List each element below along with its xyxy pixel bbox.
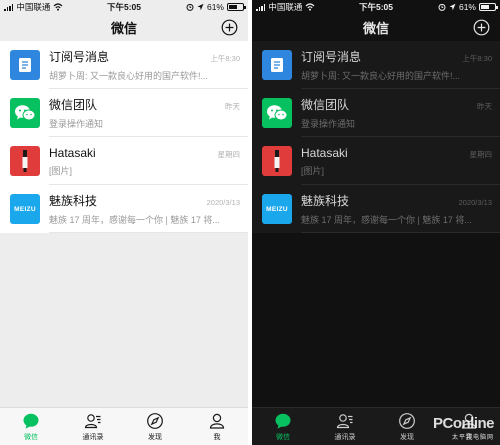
contacts-icon <box>84 412 102 430</box>
chat-row[interactable]: 订阅号消息 上午8:30 胡萝卜周: 又一款良心好用的国产软件!... <box>0 41 248 89</box>
signal-icon <box>256 4 266 11</box>
tab-chat[interactable]: 微信 <box>252 408 314 445</box>
chat-row[interactable]: 微信团队 昨天登录操作通知 <box>0 89 248 137</box>
carrier-label: 中国联通 <box>268 2 303 12</box>
chat-list: 订阅号消息 上午8:30 胡萝卜周: 又一款良心好用的国产软件!... 微信团队 昨天登… <box>252 41 500 233</box>
chat-timestamp: 上午8:30 <box>462 54 492 63</box>
chat-timestamp: 2020/3/13 <box>458 198 492 207</box>
meizu-logo-text: MEIZU <box>266 205 288 213</box>
subscription-icon <box>10 50 40 80</box>
subscription-icon <box>262 50 292 80</box>
chat-timestamp: 2020/3/13 <box>206 198 240 207</box>
contacts-icon <box>336 412 354 430</box>
meizu-logo: MEIZU <box>10 194 40 224</box>
status-bar: 中国联通 下午5:05 61% <box>0 0 248 14</box>
alarm-icon <box>438 3 446 11</box>
chat-row[interactable]: Hatasaki 星期四 [图片] <box>0 137 248 185</box>
status-time: 下午5:05 <box>358 2 393 12</box>
tab-compass[interactable]: 发现 <box>376 408 438 445</box>
wifi-icon <box>53 3 63 11</box>
tab-contacts[interactable]: 通讯录 <box>62 408 124 445</box>
row-divider <box>301 232 500 233</box>
chat-name: 订阅号消息 <box>301 50 362 64</box>
tab-label: 发现 <box>148 433 162 441</box>
chat-name: Hatasaki <box>49 145 96 160</box>
tab-contacts[interactable]: 通讯录 <box>314 408 376 445</box>
wechat-icon <box>10 98 40 128</box>
chat-preview: 魅族 17 周年，感谢每一个你 | 魅族 17 将... <box>49 215 220 225</box>
dark-mode-screen: 中国联通 下午5:05 61% 微信 订阅号消息 上午8:30 胡萝卜周: 又一款良… <box>252 0 500 445</box>
chat-preview: 魅族 17 周年，感谢每一个你 | 魅族 17 将... <box>301 215 472 225</box>
chat-name: 微信团队 <box>49 98 98 112</box>
compass-icon <box>146 412 164 430</box>
tab-label: 通讯录 <box>334 433 356 441</box>
wifi-icon <box>305 3 315 11</box>
tab-chat[interactable]: 微信 <box>0 408 62 445</box>
battery-percent: 61% <box>206 2 224 12</box>
battery-icon <box>478 3 498 11</box>
add-button[interactable] <box>221 19 238 36</box>
meizu-logo-text: MEIZU <box>14 205 36 213</box>
status-time: 下午5:05 <box>106 2 141 12</box>
watermark-logo: PConline <box>432 415 495 432</box>
chat-preview: 胡萝卜周: 又一款良心好用的国产软件!... <box>49 71 209 81</box>
tab-bar: 微信 通讯录 发现 我 <box>0 407 248 445</box>
chat-name: 订阅号消息 <box>49 50 110 64</box>
chat-name: 魅族科技 <box>301 194 350 208</box>
wechat-icon <box>262 98 292 128</box>
watermark-subtitle: 太平洋电脑网 <box>451 435 494 441</box>
chat-preview: 胡萝卜周: 又一款良心好用的国产软件!... <box>301 71 461 81</box>
chat-row[interactable]: MEIZU 魅族科技 2020/3/13 魅族 17 周年，感谢每一个你 | 魅族 1… <box>0 185 248 233</box>
page-title: 微信 <box>362 21 389 36</box>
chat-row[interactable]: MEIZU 魅族科技 2020/3/13 魅族 17 周年，感谢每一个你 | 魅族 1… <box>252 185 500 233</box>
chat-timestamp: 上午8:30 <box>210 54 240 63</box>
carrier-label: 中国联通 <box>16 2 51 12</box>
status-bar: 中国联通 下午5:05 61% <box>252 0 500 14</box>
hatasaki-avatar <box>10 146 40 176</box>
page-title: 微信 <box>110 21 137 36</box>
chat-name: 微信团队 <box>301 98 350 112</box>
tab-compass[interactable]: 发现 <box>124 408 186 445</box>
chat-timestamp: 星期四 <box>469 149 493 159</box>
tab-label: 微信 <box>276 433 290 441</box>
battery-icon <box>226 3 246 11</box>
chat-name: 魅族科技 <box>49 194 98 208</box>
location-icon <box>197 3 204 11</box>
chat-row[interactable]: 订阅号消息 上午8:30 胡萝卜周: 又一款良心好用的国产软件!... <box>252 41 500 89</box>
watermark: PConline 太平洋电脑网 <box>432 415 495 441</box>
chat-timestamp: 昨天 <box>477 102 492 111</box>
chat-preview: [图片] <box>49 165 73 176</box>
signal-icon <box>4 4 14 11</box>
nav-bar: 微信 <box>0 14 248 41</box>
compass-icon <box>398 412 416 430</box>
tab-profile[interactable]: 我 <box>186 408 248 445</box>
hatasaki-avatar <box>262 146 292 176</box>
chat-preview: 登录操作通知 <box>301 119 356 129</box>
location-icon <box>449 3 456 11</box>
tab-label: 通讯录 <box>82 433 104 441</box>
meizu-logo: MEIZU <box>262 194 292 224</box>
chat-preview: [图片] <box>301 165 325 176</box>
chat-row[interactable]: 微信团队 昨天登录操作通知 <box>252 89 500 137</box>
alarm-icon <box>186 3 194 11</box>
chat-list: 订阅号消息 上午8:30 胡萝卜周: 又一款良心好用的国产软件!... 微信团队 昨天登… <box>0 41 248 233</box>
profile-icon <box>208 412 226 430</box>
battery-percent: 61% <box>458 2 476 12</box>
chat-icon <box>22 412 40 430</box>
tab-label: 发现 <box>400 433 414 441</box>
add-button[interactable] <box>473 19 490 36</box>
chat-row[interactable]: Hatasaki 星期四 [图片] <box>252 137 500 185</box>
chat-preview: 登录操作通知 <box>49 119 104 129</box>
chat-name: Hatasaki <box>301 145 348 160</box>
chat-timestamp: 昨天 <box>225 102 240 111</box>
chat-timestamp: 星期四 <box>217 149 241 159</box>
light-mode-screen: 中国联通 下午5:05 61% 微信 订阅号消息 上午8:30 胡萝卜周: 又一款良… <box>0 0 248 445</box>
chat-icon <box>274 412 292 430</box>
nav-bar: 微信 <box>252 14 500 41</box>
row-divider <box>49 232 248 233</box>
tab-label: 我 <box>213 433 221 441</box>
tab-label: 微信 <box>24 433 38 441</box>
